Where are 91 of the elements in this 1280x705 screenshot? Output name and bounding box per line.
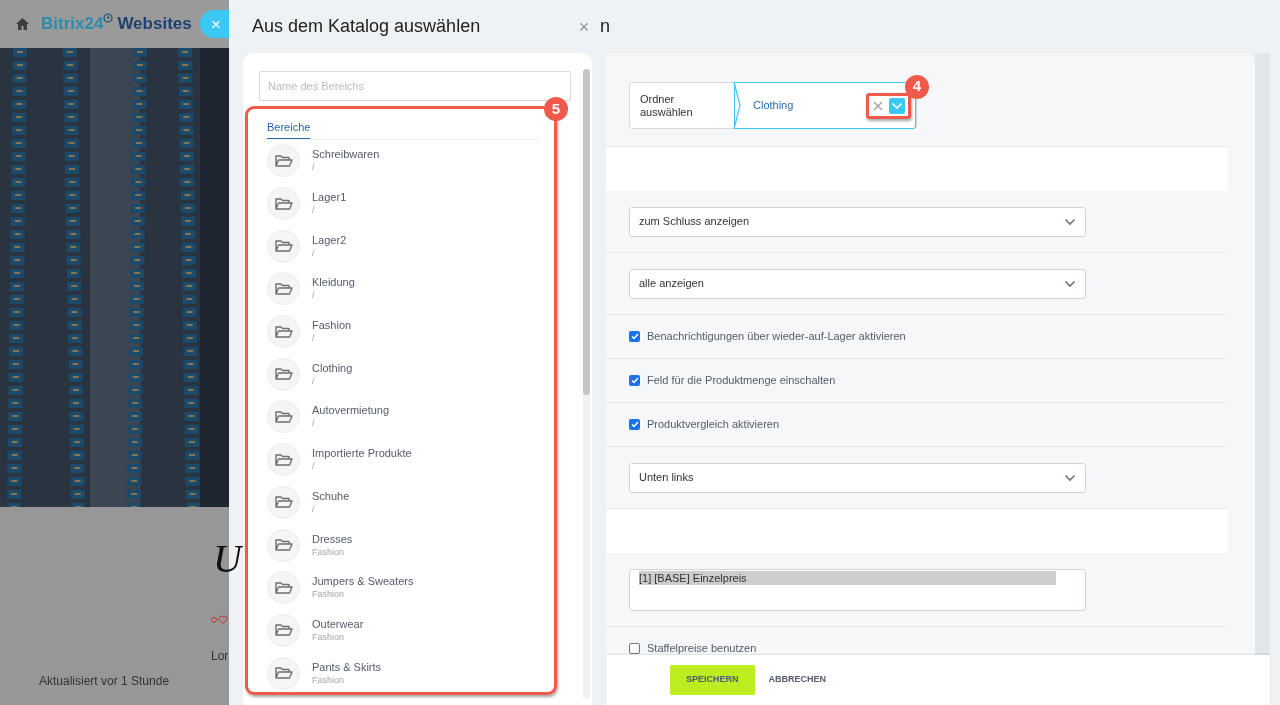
section-path: / <box>312 417 316 430</box>
folder-icon <box>274 409 293 424</box>
folder-icon <box>274 623 293 638</box>
folder-icon <box>274 495 293 510</box>
section-item[interactable]: Lager1 / <box>267 182 539 225</box>
folder-icon <box>274 324 293 339</box>
dropdown-toggle[interactable] <box>889 97 905 114</box>
folder-icon <box>274 153 293 168</box>
folder-icon <box>274 452 293 467</box>
section-item[interactable]: Autovermietung / <box>267 395 539 439</box>
checkbox[interactable] <box>629 331 640 342</box>
check-icon <box>630 333 639 340</box>
section-name: Fashion <box>312 319 352 332</box>
select-field[interactable]: zum Schluss anzeigen <box>629 206 1086 237</box>
chevron-down-icon <box>1064 473 1076 482</box>
section-path: Fashion <box>312 545 346 558</box>
section-path: / <box>312 161 316 174</box>
section-item[interactable]: Dresses Fashion <box>267 523 539 567</box>
section-path: / <box>312 460 316 473</box>
section-path: / <box>312 246 316 259</box>
section-path: / <box>312 204 316 217</box>
clear-icon[interactable] <box>872 99 884 112</box>
folder-icon <box>274 538 293 553</box>
checkbox-option[interactable]: Staffelpreise benutzen <box>629 640 757 655</box>
section-item[interactable]: Pants & Skirts Fashion <box>267 651 539 695</box>
section-name: Clothing <box>312 361 353 374</box>
callout-badge: 5 <box>544 97 568 121</box>
section-name: Jumpers & Sweaters <box>312 575 414 588</box>
section-item[interactable]: Clothing / <box>267 352 539 396</box>
chevron-down-icon <box>1064 279 1076 288</box>
section-item[interactable]: Importierte Produkte / <box>267 438 539 481</box>
section-item[interactable]: Fashion / <box>267 310 539 353</box>
listbox-option[interactable]: [1] [BASE] Einzelpreis <box>639 570 1056 585</box>
callout-badge: 4 <box>905 74 929 99</box>
section-path: / <box>312 289 316 302</box>
chevron-down-icon <box>891 101 903 110</box>
chevron-down-icon <box>1064 217 1076 226</box>
section-item[interactable]: Lager2 / <box>267 224 539 268</box>
body-text: Lor <box>211 648 229 665</box>
heading-text: U <box>213 539 242 579</box>
updated-text: Aktualisiert vor 1 Stunde <box>39 673 170 690</box>
slider-title: Aus dem Katalog auswählen <box>252 15 482 38</box>
select-field[interactable]: alle anzeigen <box>629 268 1086 299</box>
section-name: Kleidung <box>312 276 355 289</box>
section-path: Fashion <box>312 673 346 686</box>
section-item[interactable]: Schreibwaren / <box>267 139 539 183</box>
section-name: Autovermietung <box>312 404 390 417</box>
checkbox-option[interactable]: Produktvergleich aktivieren <box>629 416 780 433</box>
section-path: Fashion <box>312 630 346 643</box>
folder-icon <box>274 239 293 254</box>
section-item[interactable]: Kleidung / <box>267 267 539 311</box>
section-name: Lager1 <box>312 191 347 204</box>
picker-label: Ordner auswählen <box>639 91 694 120</box>
section-name: Pants & Skirts <box>312 660 382 673</box>
listbox-field[interactable]: [1] [BASE] Einzelpreis <box>629 568 1086 611</box>
folder-icon <box>274 367 293 382</box>
folder-icon <box>274 196 293 211</box>
section-path: / <box>312 502 316 515</box>
checkbox[interactable] <box>629 419 640 430</box>
section-name: Schreibwaren <box>312 148 380 161</box>
checkbox-option[interactable]: Feld für die Produktmenge einschalten <box>629 372 836 389</box>
section-name: Outerwear <box>312 617 364 630</box>
breadcrumb-notch-icon <box>733 82 741 129</box>
section-path: / <box>312 374 316 387</box>
checkbox[interactable] <box>629 375 640 386</box>
section-name: Lager2 <box>312 233 347 246</box>
title-fragment: n <box>600 15 610 38</box>
scrollbar-thumb[interactable] <box>583 69 590 395</box>
checkbox[interactable] <box>629 643 640 654</box>
section-path: Fashion <box>312 588 346 601</box>
cancel-button[interactable]: ABBRECHEN <box>767 665 828 695</box>
folder-icon <box>274 580 293 595</box>
checkbox-option[interactable]: Benachrichtigungen über wieder-auf-Lager aktivieren <box>629 328 906 345</box>
section-name: Importierte Produkte <box>312 447 412 460</box>
folder-icon <box>274 666 293 681</box>
section-path: / <box>312 332 316 345</box>
logo[interactable]: Bitrix24 Websites <box>41 11 192 37</box>
section-name: Schuhe <box>312 489 350 502</box>
home-icon[interactable] <box>16 18 29 30</box>
check-icon <box>630 421 639 428</box>
check-icon <box>630 377 639 384</box>
folder-icon <box>274 281 293 296</box>
section-item[interactable]: Jumpers & Sweaters Fashion <box>267 566 539 610</box>
section-tab[interactable]: Bereiche <box>267 119 311 139</box>
save-button[interactable]: SPEICHERN <box>670 665 755 695</box>
section-item[interactable]: Outerwear Fashion <box>267 609 539 652</box>
section-item[interactable]: Schuhe / <box>267 481 539 524</box>
search-field[interactable]: Name des Bereichs <box>259 71 571 101</box>
select-field[interactable]: Unten links <box>629 462 1086 493</box>
clock-icon <box>103 13 114 24</box>
section-name: Dresses <box>312 532 353 545</box>
